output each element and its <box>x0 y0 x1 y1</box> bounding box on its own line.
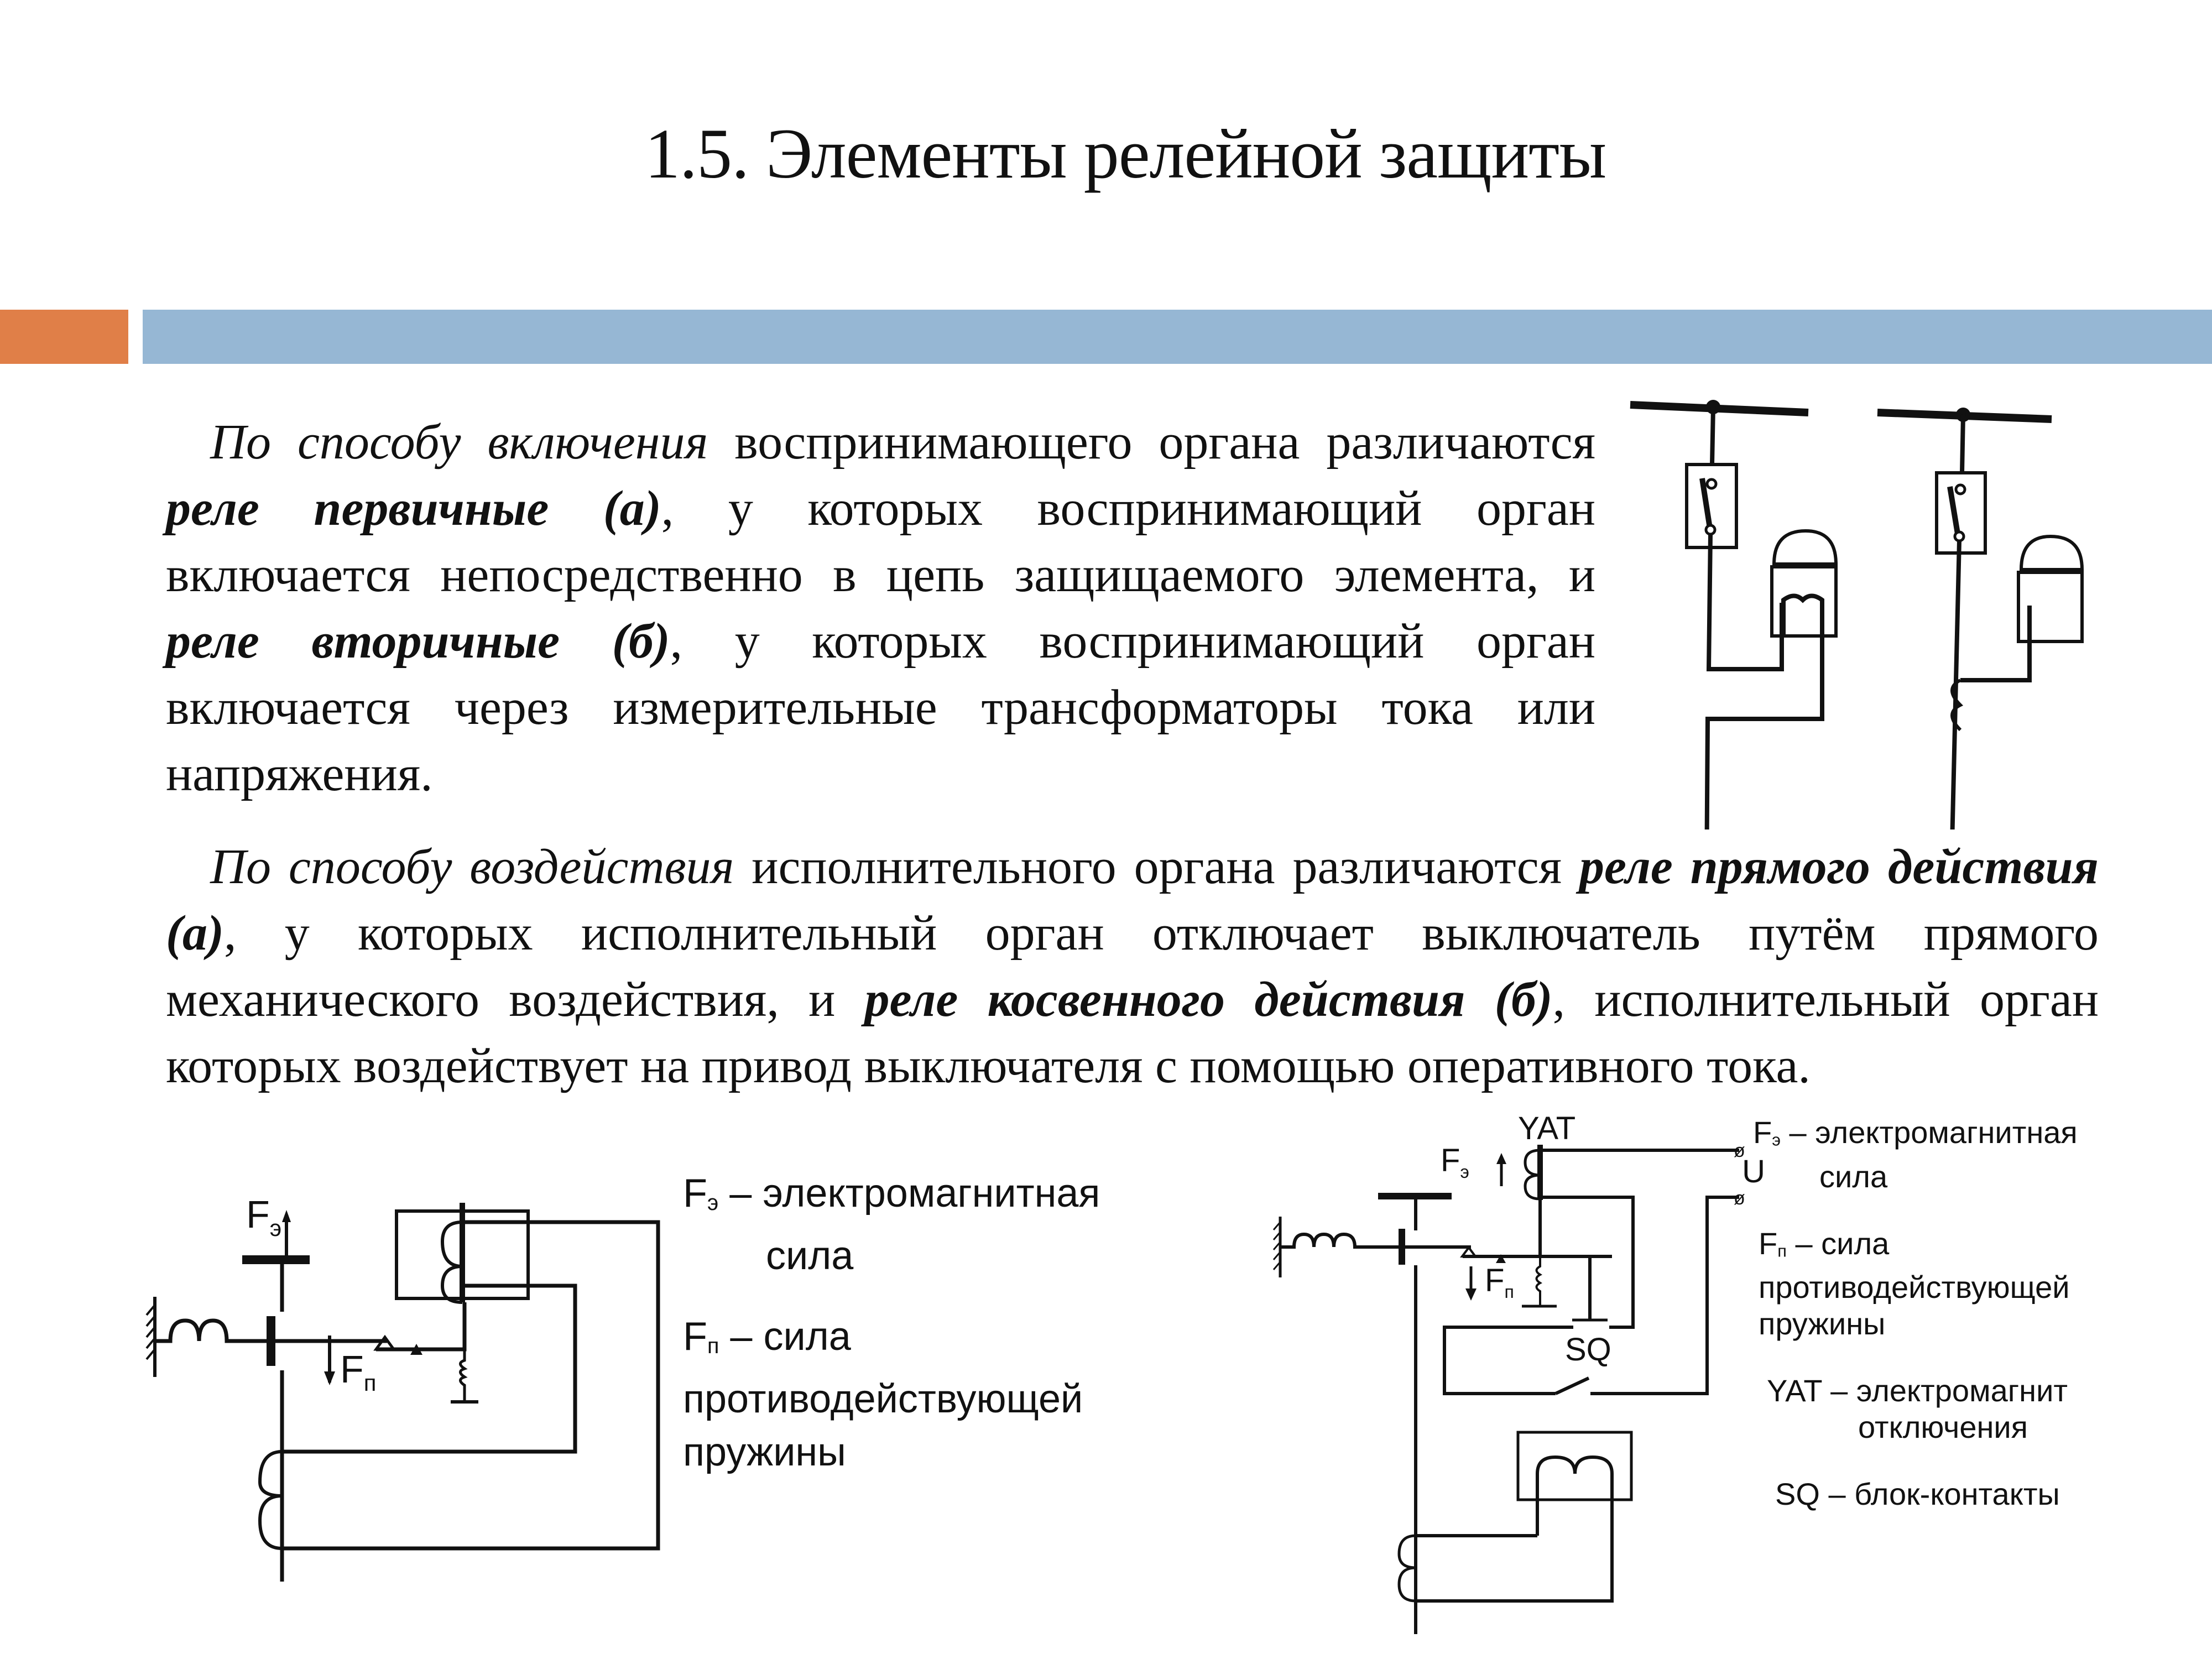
fe-label: Fэ <box>246 1193 281 1241</box>
lead-italic: По способу воздействия <box>210 839 734 894</box>
text: исполнительного органа различаются <box>734 839 1579 894</box>
fe-label: Fэ <box>1441 1142 1469 1182</box>
legend-left: Fэ – электромагнитная сила Fп – сила про… <box>683 1171 1100 1474</box>
diagram-indirect-action-relay: ø ø YAT U SQ Fэ Fп <box>1272 1110 1765 1634</box>
term-secondary-relay: реле вторичные (б) <box>166 614 670 669</box>
term-indirect-action: реле косвенного действия (б) <box>864 972 1553 1027</box>
diagram-direct-action-relay: Fэ Fп <box>145 1193 660 1582</box>
accent-bar-blue <box>143 310 2212 364</box>
fp-label: Fп <box>1485 1262 1514 1302</box>
legend-right: Fэ – электромагнитная сила Fп – сила про… <box>1753 1115 2078 1512</box>
terminal-icon: ø <box>1734 1188 1745 1209</box>
diagram-primary-relay: а) <box>1630 400 1838 830</box>
fp-label: Fп <box>340 1348 377 1396</box>
sq-label: SQ <box>1565 1332 1611 1368</box>
slide-title: 1.5. Элементы релейной защиты <box>644 114 1606 193</box>
text: воспринимающего органа различаются <box>708 415 1595 469</box>
diagram-secondary-relay: б) <box>1877 408 2084 830</box>
paragraph-connection-method: По способу включения воспринимающего орг… <box>166 409 1595 807</box>
lead-italic: По способу включения <box>210 415 708 469</box>
figure-relay-connection: а) б) <box>1630 400 2084 830</box>
paragraph-action-method: По способу воздействия исполнительного о… <box>166 834 2099 1099</box>
yat-label: YAT <box>1518 1110 1575 1146</box>
spring-icon <box>155 1318 285 1343</box>
accent-bar-orange <box>0 310 128 364</box>
term-primary-relay: реле первичные (а) <box>166 481 661 536</box>
